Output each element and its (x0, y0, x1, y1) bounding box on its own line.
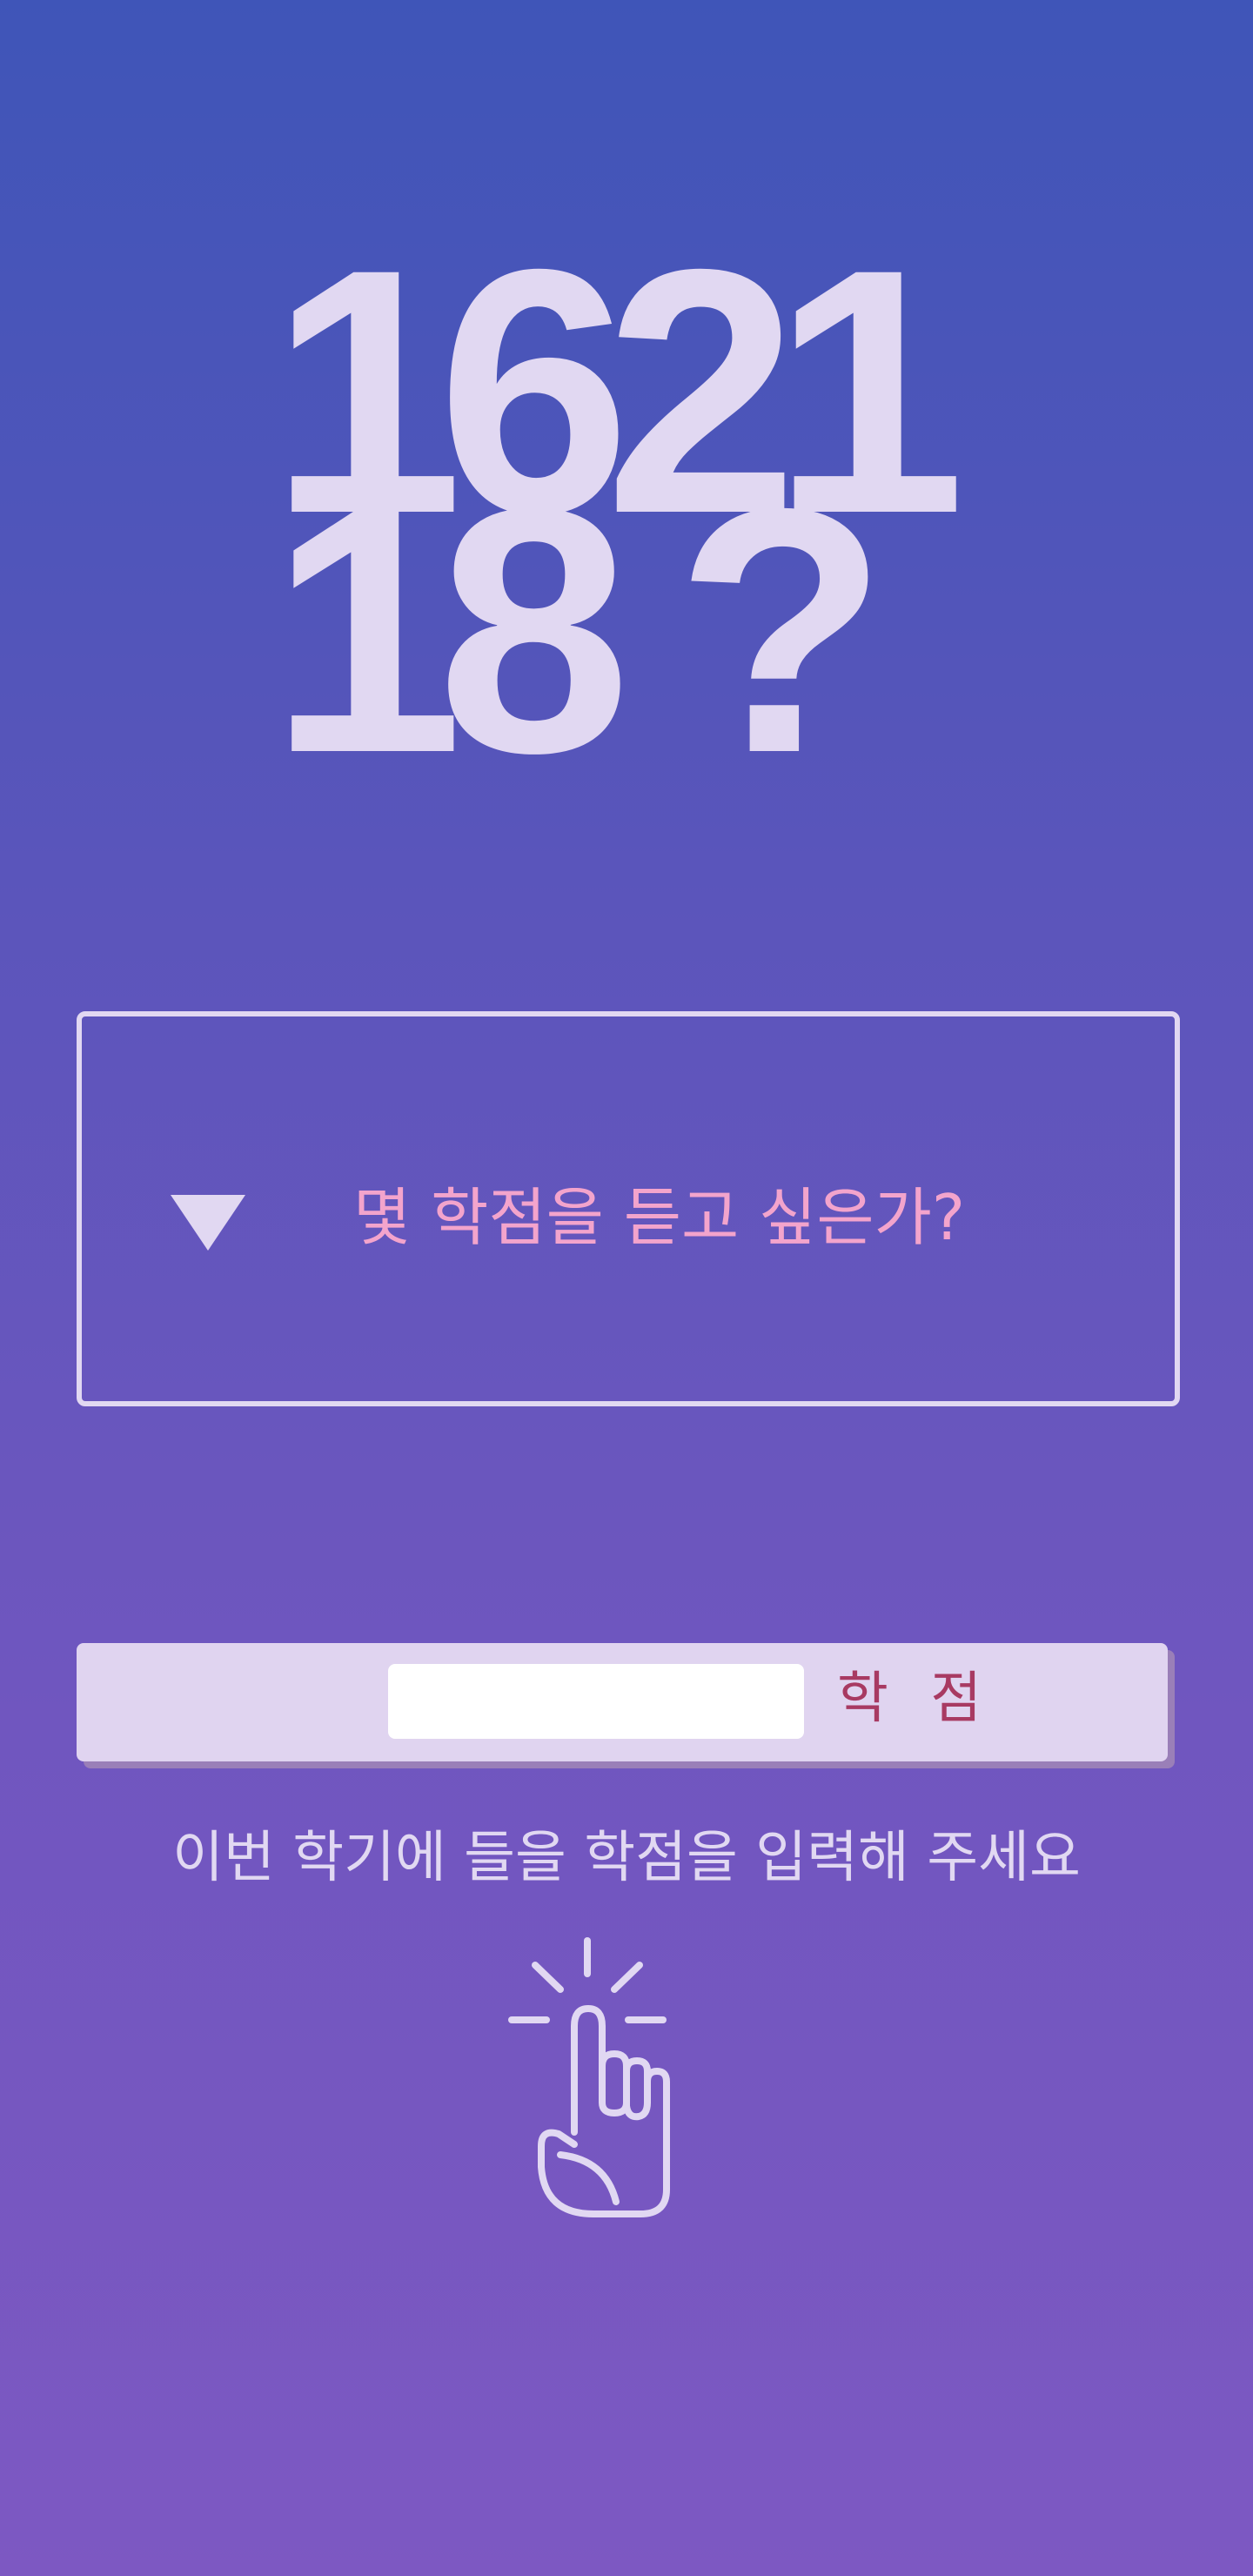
credit-unit-label: 학 점 (837, 1667, 995, 1731)
select-placeholder: 몇 학점을 듣고 싶은가? (353, 1181, 966, 1254)
tap-ray (532, 1962, 564, 1993)
credit-input[interactable] (388, 1664, 804, 1739)
hero-numbers: 1621 18 ? (0, 0, 1253, 870)
credit-input-bar: 학 점 (77, 1643, 1168, 1761)
hand-crease (557, 2151, 620, 2205)
tap-finger-icon[interactable] (498, 1932, 680, 2228)
tap-ray (611, 1962, 643, 1993)
credit-select-box[interactable]: 몇 학점을 듣고 싶은가? (77, 1011, 1180, 1406)
hint-text: 이번 학기에 들을 학점을 입력해 주세요 (172, 1826, 1081, 1890)
triangle-down-icon[interactable] (171, 1195, 245, 1251)
hero-line-2: 18 ? (270, 436, 888, 825)
hand-outline (538, 2005, 670, 2217)
